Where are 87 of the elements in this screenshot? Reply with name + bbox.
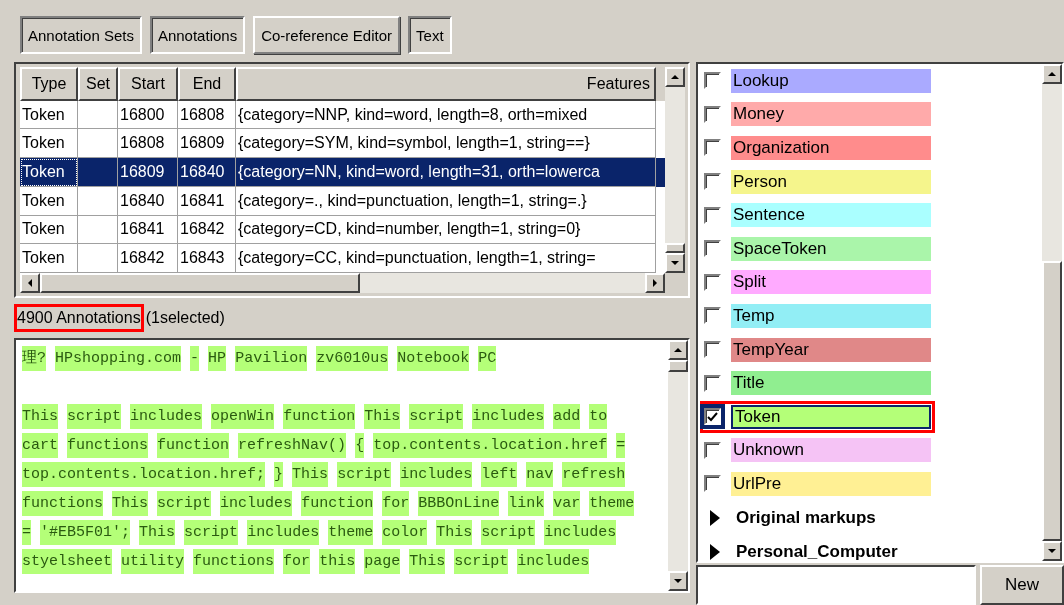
document-text-line: This script includes openWin function This script includes add to <box>22 402 662 431</box>
annotation-row[interactable]: Token 16809 16840 {category=NN, kind=word, length=31, orth=lowerca <box>20 158 665 187</box>
table-cell-text: {category=CC, kind=punctuation, length=1, string= <box>238 249 596 268</box>
scroll-arrow-button[interactable] <box>1042 541 1062 561</box>
annotation-type-label[interactable]: SpaceToken <box>731 236 931 261</box>
scroll-arrow-button[interactable] <box>668 571 688 591</box>
table-cell-text: Token <box>22 162 65 181</box>
right-arrow-icon <box>651 279 659 287</box>
table-cell-text: Token <box>22 191 65 210</box>
table-cell-text: 16809 <box>180 134 225 153</box>
table-cell-text: Token <box>22 134 65 153</box>
vertical-scrollbar[interactable] <box>668 340 688 591</box>
table-cell-text: 16808 <box>120 134 165 153</box>
column-header[interactable]: Features <box>236 67 656 101</box>
scrollbar-thumb[interactable] <box>1042 261 1062 541</box>
vertical-scrollbar[interactable] <box>1042 64 1062 561</box>
annotation-type-label[interactable]: Title <box>731 371 931 396</box>
table-cell-text: {category=NNP, kind=word, length=8, orth=mixed <box>238 105 588 124</box>
table-cell-text: 16808 <box>180 105 225 124</box>
table-cell-text: Token <box>22 220 65 239</box>
table-cell-text: 16840 <box>120 191 165 210</box>
annotation-type-label[interactable]: Sentence <box>731 203 931 228</box>
left-arrow-icon <box>26 279 34 287</box>
down-arrow-icon <box>674 577 682 585</box>
table-cell-text: Token <box>22 105 65 124</box>
column-header[interactable]: End <box>178 67 236 101</box>
toolbar-toggle-button[interactable]: Annotations <box>149 16 246 54</box>
scroll-arrow-button[interactable] <box>668 340 688 360</box>
document-text-line: functions This script includes function for BBBOnLine link var theme <box>22 489 662 518</box>
check-icon <box>707 411 718 422</box>
annotation-type-label[interactable]: Temp <box>731 303 931 328</box>
table-cell-text: 16843 <box>180 249 225 268</box>
annotation-set-label[interactable]: Original markups <box>736 507 876 528</box>
table-cell-text: 16800 <box>120 105 165 124</box>
table-cell-text: {category=CD, kind=number, length=1, string=0} <box>238 220 581 239</box>
toolbar-toggle-button[interactable]: Co-reference Editor <box>253 16 401 54</box>
document-text-line: = '#EB5F01'; This script includes theme color This script includes <box>22 518 662 547</box>
scroll-arrow-button[interactable] <box>20 273 40 293</box>
down-arrow-icon <box>671 259 679 267</box>
table-cell-text: 16841 <box>120 220 165 239</box>
table-cell-text: 16842 <box>120 249 165 268</box>
horizontal-scrollbar[interactable] <box>20 273 665 293</box>
new-button[interactable]: New <box>980 565 1064 605</box>
table-cell-text: {category=NN, kind=word, length=31, orth=lowerca <box>238 162 600 181</box>
table-cell-text: {category=., kind=punctuation, length=1, string=.} <box>238 191 587 210</box>
annotation-type-label[interactable]: Organization <box>731 136 931 160</box>
document-text-line: cart functions function refreshNav() { top.contents.location.href = <box>22 431 662 460</box>
table-cell-text: 16809 <box>120 162 165 181</box>
table-cell-text: 16841 <box>180 191 225 210</box>
selection-count: (1selected) <box>145 309 225 327</box>
up-arrow-icon <box>1048 70 1056 78</box>
scroll-arrow-button[interactable] <box>645 273 665 293</box>
annotation-type-label[interactable]: Money <box>731 102 931 127</box>
annotation-type-label[interactable]: Lookup <box>731 68 931 93</box>
column-header[interactable]: Type <box>20 67 78 101</box>
annotation-type-label[interactable]: TempYear <box>731 337 931 362</box>
scrollbar-thumb[interactable] <box>668 360 688 372</box>
scroll-arrow-button[interactable] <box>1042 64 1062 84</box>
document-text-line: top.contents.location.href; } This script includes left nav refresh <box>22 460 662 489</box>
table-cell-text: 16840 <box>180 162 225 181</box>
new-type-input-field[interactable] <box>696 565 976 605</box>
annotation-type-label[interactable]: UrlPre <box>731 471 931 496</box>
toolbar-toggle-button[interactable]: Text <box>408 16 452 54</box>
annotation-type-label[interactable]: Person <box>731 169 931 194</box>
annotation-set-label[interactable]: Personal_Computer <box>736 541 898 561</box>
document-text-line: styelsheet utility functions for this page This script includes <box>22 547 662 576</box>
annotation-type-label[interactable]: Unknown <box>731 438 931 463</box>
document-text-line: 理? HPshopping.com - HP Pavilion zv6010us Notebook PC <box>22 344 662 373</box>
collapsed-triangle-icon[interactable] <box>710 543 720 560</box>
annotation-type-label[interactable]: Token <box>731 404 931 429</box>
column-header[interactable]: Start <box>118 67 178 101</box>
scrollbar-thumb[interactable] <box>665 243 685 253</box>
table-cell-text: 16842 <box>180 220 225 239</box>
scroll-arrow-button[interactable] <box>665 67 685 87</box>
up-arrow-icon <box>671 73 679 81</box>
scrollbar-thumb[interactable] <box>40 273 360 293</box>
annotation-type-label[interactable]: Split <box>731 270 931 295</box>
table-cell-text: Token <box>22 249 65 268</box>
vertical-scrollbar[interactable] <box>665 67 685 273</box>
toolbar-toggle-button[interactable]: Annotation Sets <box>20 16 142 54</box>
table-cell-text: {category=SYM, kind=symbol, length=1, string==} <box>238 134 590 153</box>
down-arrow-icon <box>1048 547 1056 555</box>
scroll-arrow-button[interactable] <box>665 253 685 273</box>
column-header[interactable]: Set <box>78 67 118 101</box>
collapsed-triangle-icon[interactable] <box>710 509 720 526</box>
up-arrow-icon <box>674 346 682 354</box>
annotation-count: 4900 Annotations <box>14 304 144 332</box>
